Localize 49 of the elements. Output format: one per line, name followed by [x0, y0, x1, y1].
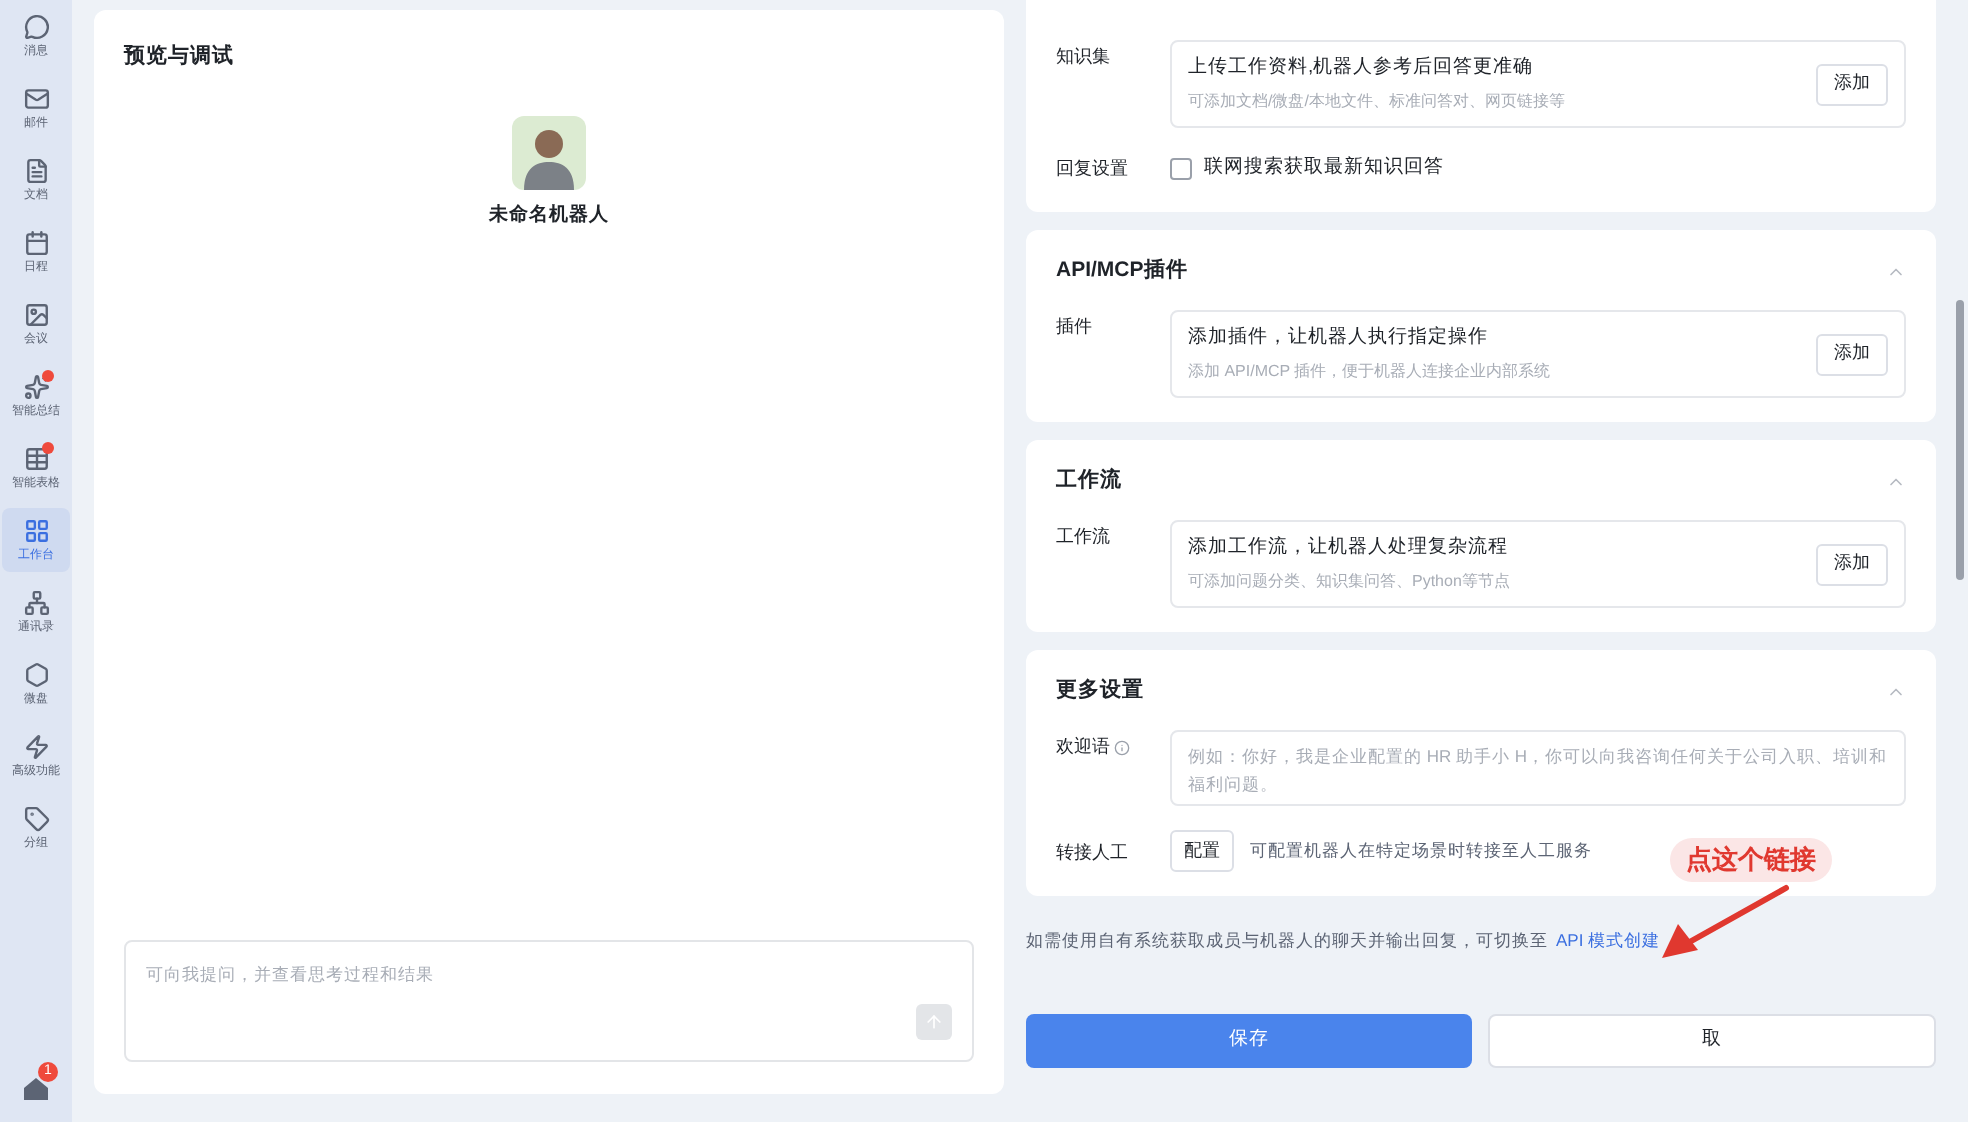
calendar-icon	[23, 229, 49, 255]
row-label: 转接人工	[1056, 839, 1128, 866]
grid-icon	[23, 517, 49, 543]
bolt-icon	[23, 733, 49, 759]
row-label: 欢迎语	[1056, 734, 1110, 760]
table-icon	[23, 445, 49, 471]
row-label: 插件	[1056, 314, 1092, 340]
row-hint: 可添加文档/微盘/本地文件、标准问答对、网页链接等	[1188, 89, 1565, 114]
send-button[interactable]	[916, 1004, 952, 1040]
row-heading: 上传工作资料,机器人参考后回答更准确	[1188, 54, 1536, 83]
row-heading: 添加插件，让机器人执行指定操作	[1188, 324, 1490, 353]
panel-title: 预览与调试	[124, 42, 236, 72]
checkbox-label: 联网搜索获取最新知识回答	[1204, 153, 1444, 182]
row-label: 知识集	[1056, 44, 1110, 70]
annotation-arrow	[1658, 884, 1790, 960]
chat-input[interactable]: 可向我提问，并查看思考过程和结果	[124, 940, 974, 1062]
api-mode-link[interactable]: API 模式创建	[1556, 930, 1661, 950]
row-label: 回复设置	[1056, 156, 1128, 183]
org-chart-icon	[23, 589, 49, 615]
send-arrow-icon	[924, 1012, 944, 1032]
annotation-label: 点这个链接	[1670, 838, 1832, 881]
house-icon[interactable]	[22, 1074, 50, 1102]
config-hint: 可配置机器人在特定场景时转接至人工服务	[1250, 838, 1592, 864]
row-label: 工作流	[1056, 524, 1110, 550]
sparkle-icon	[23, 373, 49, 399]
scrollbar-thumb[interactable]	[1956, 300, 1964, 580]
checkbox[interactable]	[1170, 157, 1192, 179]
cancel-button[interactable]: 取	[1487, 1013, 1936, 1068]
section-title: API/MCP插件	[1056, 256, 1188, 287]
tag-icon	[23, 805, 49, 831]
bot-name: 未命名机器人	[489, 201, 609, 230]
row-hint: 可添加问题分类、知识集问答、Python等节点	[1188, 569, 1510, 594]
add-button[interactable]: 添加	[1816, 333, 1888, 375]
mail-icon	[23, 85, 49, 111]
hexagon-icon	[23, 661, 49, 687]
section-title: 更多设置	[1056, 676, 1144, 707]
add-button[interactable]: 添加	[1816, 63, 1888, 105]
chat-input-field[interactable]: 可向我提问，并查看思考过程和结果	[146, 962, 952, 988]
row-hint: 添加 API/MCP 插件，便于机器人连接企业内部系统	[1188, 359, 1551, 384]
document-icon	[23, 157, 49, 183]
section-title: 工作流	[1056, 466, 1122, 497]
image-icon	[23, 301, 49, 327]
row-heading: 添加工作流，让机器人处理复杂流程	[1188, 534, 1510, 563]
save-button[interactable]: 保存	[1026, 1013, 1471, 1068]
config-button[interactable]: 配置	[1170, 830, 1234, 872]
add-button[interactable]: 添加	[1816, 543, 1888, 585]
chat-bubble-icon	[23, 13, 49, 39]
avatar-icon	[512, 115, 586, 190]
mode-note: 如需使用自有系统获取成员与机器人的聊天并输出回复，可切换至 API 模式创建	[1026, 928, 1663, 954]
